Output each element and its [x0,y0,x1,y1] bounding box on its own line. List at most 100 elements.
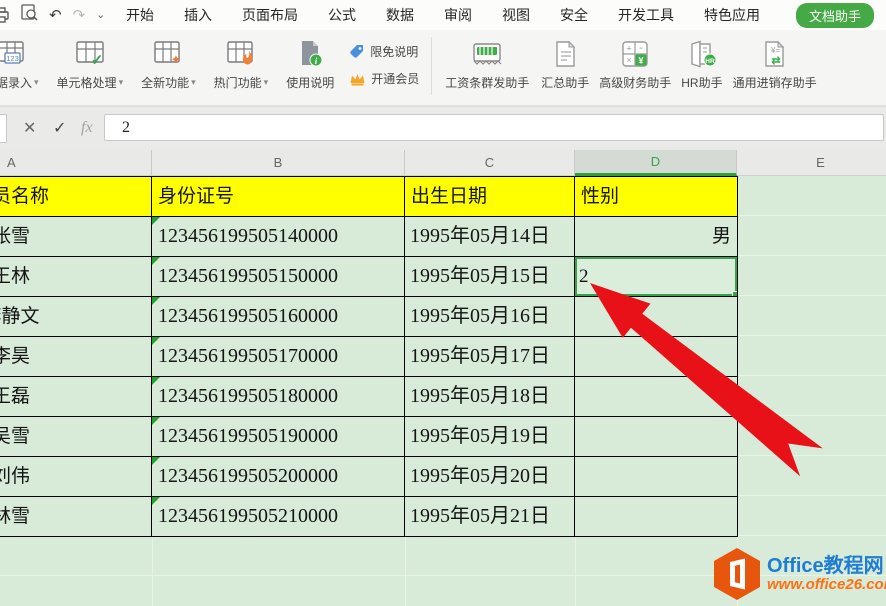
header-cell-2[interactable]: 身份证号 [152,177,405,217]
table-flame-icon [224,35,258,72]
promo-free-notice[interactable]: 限免说明 [349,43,419,60]
ribbon-button-summary-assistant[interactable]: 汇总助手 [541,35,589,91]
cell-id-number[interactable]: 123456199505160000 [152,297,405,337]
cell-birthdate[interactable]: 1995年05月20日 [405,457,575,497]
cell-id-number[interactable]: 123456199505200000 [152,457,405,497]
formula-input[interactable]: 2 [104,114,884,141]
svg-text:✓: ✓ [91,52,104,69]
menu-tab-开始[interactable]: 开始 [126,5,154,25]
cell-birthdate[interactable]: 1995年05月19日 [405,417,575,457]
cell-name[interactable]: 吴雪 [0,417,152,457]
ribbon-button-data-entry[interactable]: 123 数据录入▾ [0,35,39,91]
red-annotation-arrow [560,260,860,480]
svg-text:-: - [639,42,643,54]
number-as-text-triangle-icon [152,497,160,505]
menu-tab-安全[interactable]: 安全 [560,5,588,25]
cell-name[interactable]: 李静文 [0,297,152,337]
column-header-C[interactable]: C [405,150,575,176]
customize-toolbar-chevron-icon[interactable]: ⌄ [96,10,105,21]
menu-tab-视图[interactable]: 视图 [502,5,530,25]
ribbon-button-cell-processing[interactable]: ✓ 单元格处理▾ [57,35,124,91]
number-as-text-triangle-icon [152,217,160,225]
header-cell-3[interactable]: 出生日期 [405,177,575,217]
printer-icon[interactable] [0,6,10,24]
hr-badge-icon: HR [686,35,718,72]
ribbon-button-finance-assistant[interactable]: +-×¥ 高级财务助手 [599,35,671,91]
cell-gender[interactable]: 男 [575,217,738,257]
ribbon-button-new-features[interactable]: ✦ 全新功能▾ [141,35,196,91]
cancel-entry-icon[interactable]: ✕ [23,107,36,148]
watermark-site-url: www.office26.com [767,577,886,593]
menu-bar: ↶ ↷ ⌄ 开始插入页面布局公式数据审阅视图安全开发工具特色应用 文档助手 查 [0,0,886,30]
column-header-row: A B C D E [0,150,886,176]
promo-links: 限免说明 开通会员 [349,43,419,87]
inventory-doc-icon: ¥=⇄ [761,35,789,72]
formula-bar: ✕ ✓ fx 2 [0,106,886,151]
ribbon-button-hr-assistant[interactable]: HR HR助手 [681,35,722,91]
header-cell-1[interactable]: 人员名称 [0,177,152,217]
menu-tab-审阅[interactable]: 审阅 [444,5,472,25]
crown-icon [349,72,366,86]
cell-name[interactable]: 林雪 [0,497,152,537]
cell-id-number[interactable]: 123456199505150000 [152,257,405,297]
table-check-icon: ✓ [73,35,107,72]
cell-name[interactable]: 张雪 [0,217,152,257]
svg-text:✦: ✦ [171,52,182,67]
header-cell-4[interactable]: 性别 [575,177,738,217]
cell-name[interactable]: 王林 [0,257,152,297]
cell-birthdate[interactable]: 1995年05月16日 [405,297,575,337]
cell-id-number[interactable]: 123456199505210000 [152,497,405,537]
promo-membership[interactable]: 开通会员 [349,70,419,87]
cell-gender[interactable] [575,497,738,537]
number-as-text-triangle-icon [152,417,160,425]
payslip-icon [470,35,504,72]
cell-id-number[interactable]: 123456199505140000 [152,217,405,257]
column-header-A[interactable]: A [0,150,152,176]
gridline [575,537,576,606]
gridline [405,537,406,606]
cell-birthdate[interactable]: 1995年05月18日 [405,377,575,417]
menu-tab-页面布局[interactable]: 页面布局 [242,5,298,25]
cell-birthdate[interactable]: 1995年05月15日 [405,257,575,297]
ribbon-button-payslip-assistant[interactable]: 工资条群发助手 [445,35,529,91]
number-as-text-triangle-icon [152,457,160,465]
redo-icon[interactable]: ↷ [73,8,86,23]
ribbon-button-label: 高级财务助手 [599,74,671,91]
dropdown-caret-icon: ▾ [119,77,124,88]
dropdown-caret-icon: ▾ [191,77,196,88]
cell-birthdate[interactable]: 1995年05月14日 [405,217,575,257]
cell-name[interactable]: 刘伟 [0,457,152,497]
cell-name[interactable]: 李昊 [0,337,152,377]
cell-birthdate[interactable]: 1995年05月21日 [405,497,575,537]
ribbon-button-label: 单元格处理 [57,74,117,91]
print-preview-icon[interactable] [21,4,38,26]
column-header-B[interactable]: B [152,150,405,176]
doc-assistant-pill[interactable]: 文档助手 [796,3,874,28]
table-row: 林雪1234561995052100001995年05月21日 [0,497,738,537]
menu-tab-开发工具[interactable]: 开发工具 [618,5,674,25]
menu-tab-公式[interactable]: 公式 [328,5,356,25]
cell-birthdate[interactable]: 1995年05月17日 [405,337,575,377]
cell-id-number[interactable]: 123456199505190000 [152,417,405,457]
ribbon-button-instructions[interactable]: i 使用说明 [286,35,334,91]
column-header-E[interactable]: E [737,150,886,176]
menu-tab-数据[interactable]: 数据 [386,5,414,25]
name-box[interactable] [0,114,7,143]
undo-icon[interactable]: ↶ [49,8,62,23]
column-header-D-selected[interactable]: D [575,150,737,176]
menu-tabs: 开始 插入 页面布局 公式 数据 审阅 视图 安全 开发工具 特色应用 [126,5,790,25]
svg-text:¥: ¥ [639,55,644,65]
ribbon-button-hot-features[interactable]: 热门功能▾ [214,35,269,91]
menu-tab-插入[interactable]: 插入 [184,5,212,25]
tag-icon [349,44,365,60]
svg-text:×: × [627,55,632,65]
confirm-entry-icon[interactable]: ✓ [53,107,66,148]
insert-function-icon[interactable]: fx [81,107,93,148]
cell-name[interactable]: 王磊 [0,377,152,417]
cell-id-number[interactable]: 123456199505180000 [152,377,405,417]
ribbon-button-inventory-assistant[interactable]: ¥=⇄ 通用进销存助手 [733,35,817,91]
menu-tab-特色应用[interactable]: 特色应用 [704,5,760,25]
ribbon-button-label: 通用进销存助手 [733,74,817,91]
cell-id-number[interactable]: 123456199505170000 [152,337,405,377]
table-header-row: 人员名称身份证号出生日期性别 [0,177,738,217]
